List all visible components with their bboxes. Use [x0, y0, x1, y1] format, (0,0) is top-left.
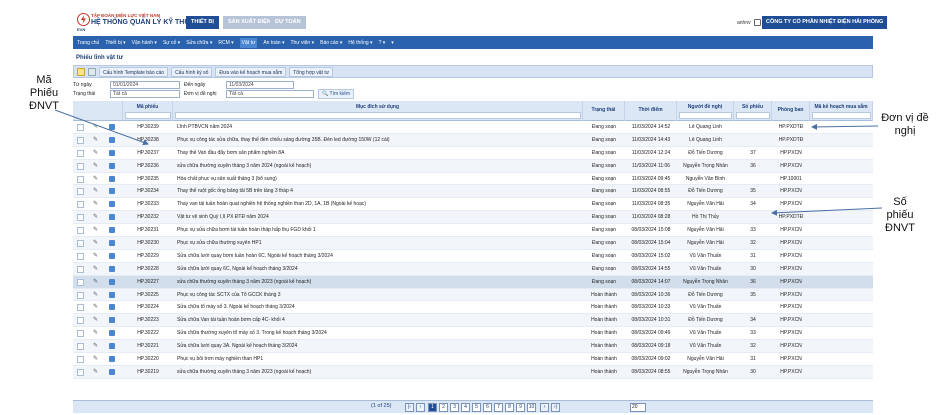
arrow-so-phieu: [771, 207, 883, 216]
arrow-ma-phieu: [54, 109, 149, 146]
annotation-arrows: [54, 109, 883, 216]
arrow-don-vi: [811, 123, 879, 130]
